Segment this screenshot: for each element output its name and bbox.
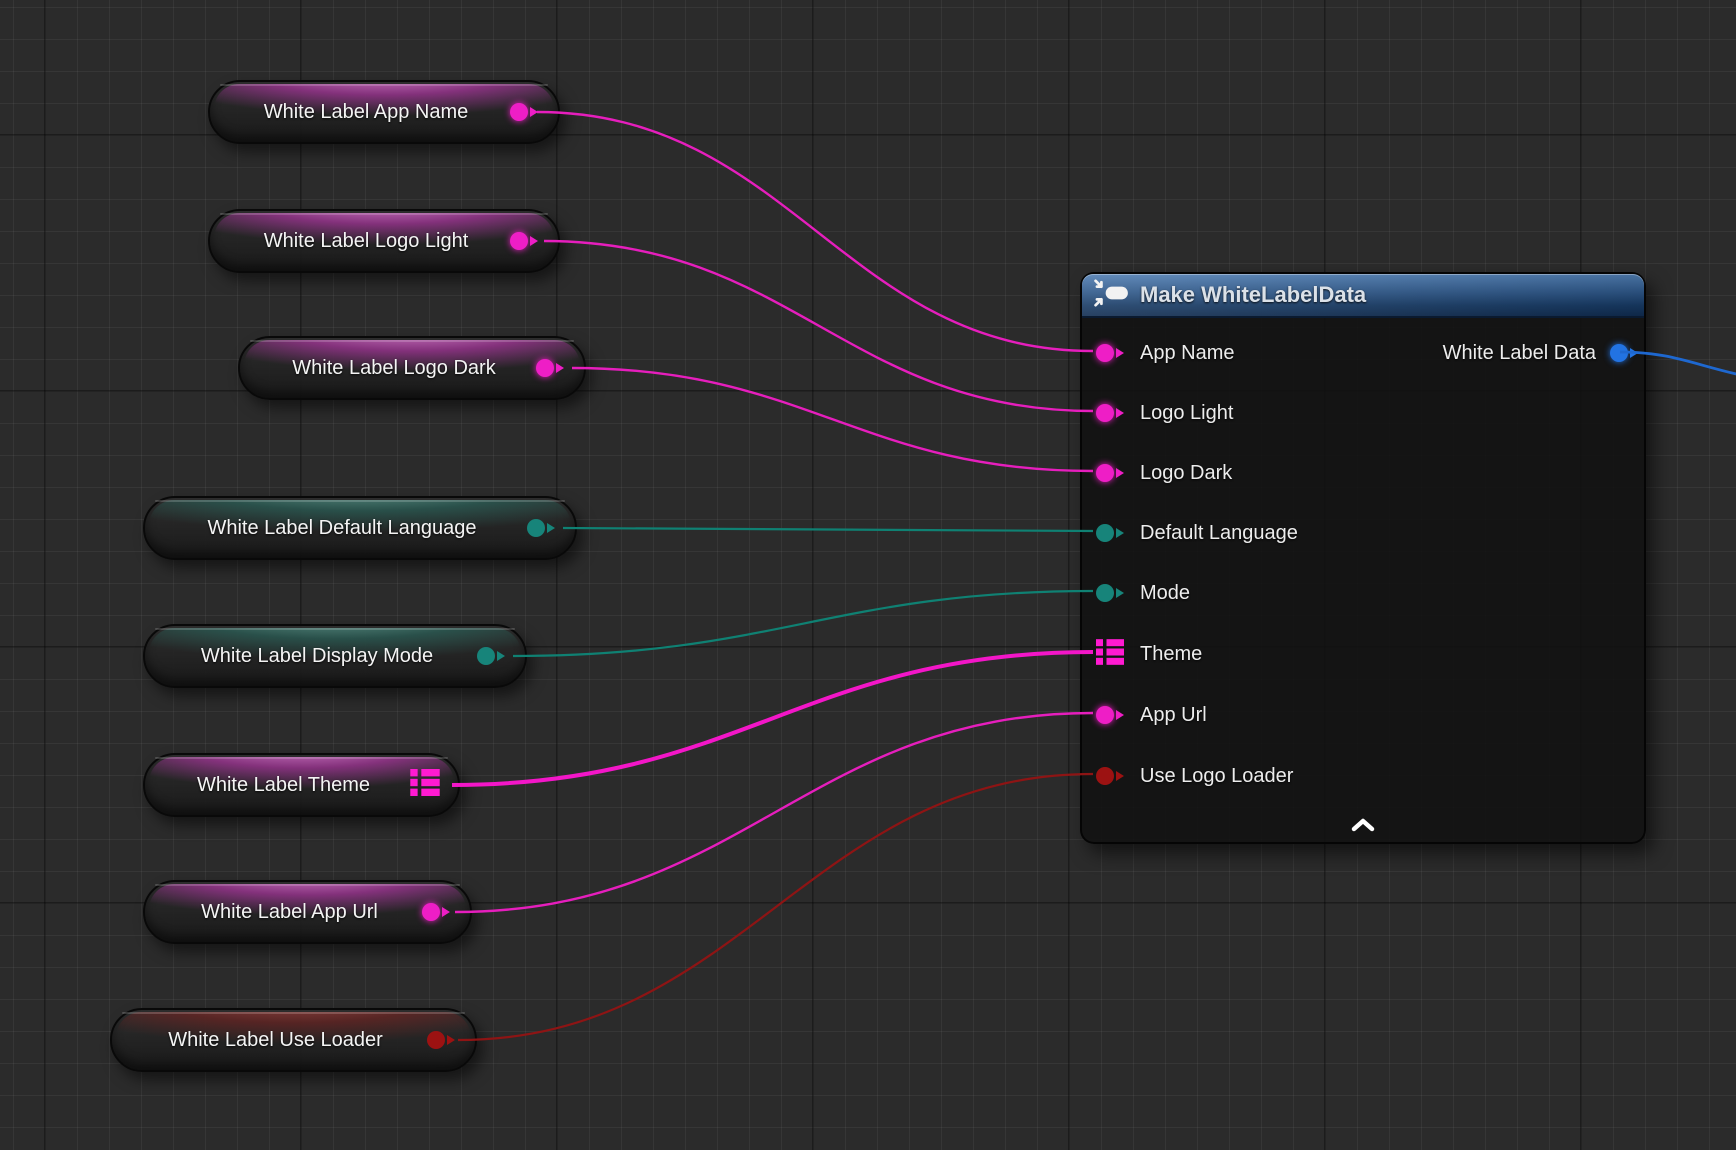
node-white-label-app-url[interactable]: White Label App Url: [143, 880, 472, 944]
wire-default-language[interactable]: [563, 528, 1093, 531]
wire-use-logo-loader[interactable]: [458, 774, 1093, 1040]
node-label: White Label Default Language: [171, 517, 513, 540]
output-pin-enum-icon[interactable]: [477, 647, 495, 665]
make-struct-icon: [1094, 279, 1130, 312]
wire-mode[interactable]: [513, 591, 1093, 656]
node-label: White Label Theme: [171, 774, 396, 797]
output-pin-enum-icon[interactable]: [527, 519, 545, 537]
input-row-logo-dark[interactable]: Logo Dark: [1096, 443, 1232, 503]
node-white-label-display-mode[interactable]: White Label Display Mode: [143, 624, 527, 688]
node-label: White Label Logo Light: [236, 230, 496, 253]
output-pin-string-icon[interactable]: [536, 359, 554, 377]
node-label: White Label Display Mode: [171, 645, 463, 668]
input-row-default-language[interactable]: Default Language: [1096, 503, 1298, 563]
output-pin-string-icon[interactable]: [510, 103, 528, 121]
output-pin-string-icon[interactable]: [422, 903, 440, 921]
node-white-label-app-name[interactable]: White Label App Name: [208, 80, 560, 144]
wire-logo-light[interactable]: [544, 241, 1093, 411]
output-pin-string-icon[interactable]: [510, 232, 528, 250]
node-make-whitelabeldata[interactable]: Make WhiteLabelData App Name Logo Light …: [1080, 272, 1646, 844]
node-title: Make WhiteLabelData: [1140, 282, 1366, 308]
output-pin-bool-icon[interactable]: [427, 1031, 445, 1049]
node-white-label-logo-light[interactable]: White Label Logo Light: [208, 209, 560, 273]
input-row-theme[interactable]: Theme: [1096, 624, 1202, 684]
wire-logo-dark[interactable]: [572, 368, 1093, 471]
node-white-label-use-loader[interactable]: White Label Use Loader: [110, 1008, 477, 1072]
collapse-node-button[interactable]: [1341, 814, 1385, 838]
wire-theme[interactable]: [452, 652, 1093, 785]
input-row-logo-light[interactable]: Logo Light: [1096, 383, 1233, 443]
input-pin-string-icon[interactable]: [1096, 706, 1114, 724]
input-pin-bool-icon[interactable]: [1096, 767, 1114, 785]
input-pin-enum-icon[interactable]: [1096, 584, 1114, 602]
node-header[interactable]: Make WhiteLabelData: [1082, 274, 1644, 318]
node-white-label-theme[interactable]: White Label Theme: [143, 753, 460, 817]
input-pin-string-icon[interactable]: [1096, 344, 1114, 362]
node-label: White Label App Url: [171, 901, 408, 924]
input-row-use-logo-loader[interactable]: Use Logo Loader: [1096, 746, 1293, 806]
node-white-label-default-language[interactable]: White Label Default Language: [143, 496, 577, 560]
node-label: White Label Use Loader: [138, 1029, 413, 1052]
node-white-label-logo-dark[interactable]: White Label Logo Dark: [238, 336, 586, 400]
blueprint-graph-canvas[interactable]: { "colors": { "background": "#2b2b2b", "…: [0, 0, 1736, 1150]
input-pin-enum-icon[interactable]: [1096, 524, 1114, 542]
input-row-app-name[interactable]: App Name: [1096, 323, 1235, 383]
wire-app-url[interactable]: [455, 713, 1093, 912]
output-row-white-label-data[interactable]: White Label Data: [1443, 323, 1628, 383]
node-label: White Label App Name: [236, 101, 496, 124]
input-row-mode[interactable]: Mode: [1096, 563, 1190, 623]
chevron-up-icon: [1349, 817, 1377, 836]
input-pin-string-icon[interactable]: [1096, 404, 1114, 422]
wire-app-name[interactable]: [537, 112, 1093, 351]
graph-viewport[interactable]: White Label App Name White Label Logo Li…: [0, 0, 1736, 1150]
input-pin-string-icon[interactable]: [1096, 464, 1114, 482]
input-row-app-url[interactable]: App Url: [1096, 685, 1207, 745]
node-label: White Label Logo Dark: [266, 357, 522, 380]
input-pin-struct-grid-icon[interactable]: [1096, 639, 1124, 670]
output-pin-struct-grid-icon[interactable]: [410, 769, 440, 801]
